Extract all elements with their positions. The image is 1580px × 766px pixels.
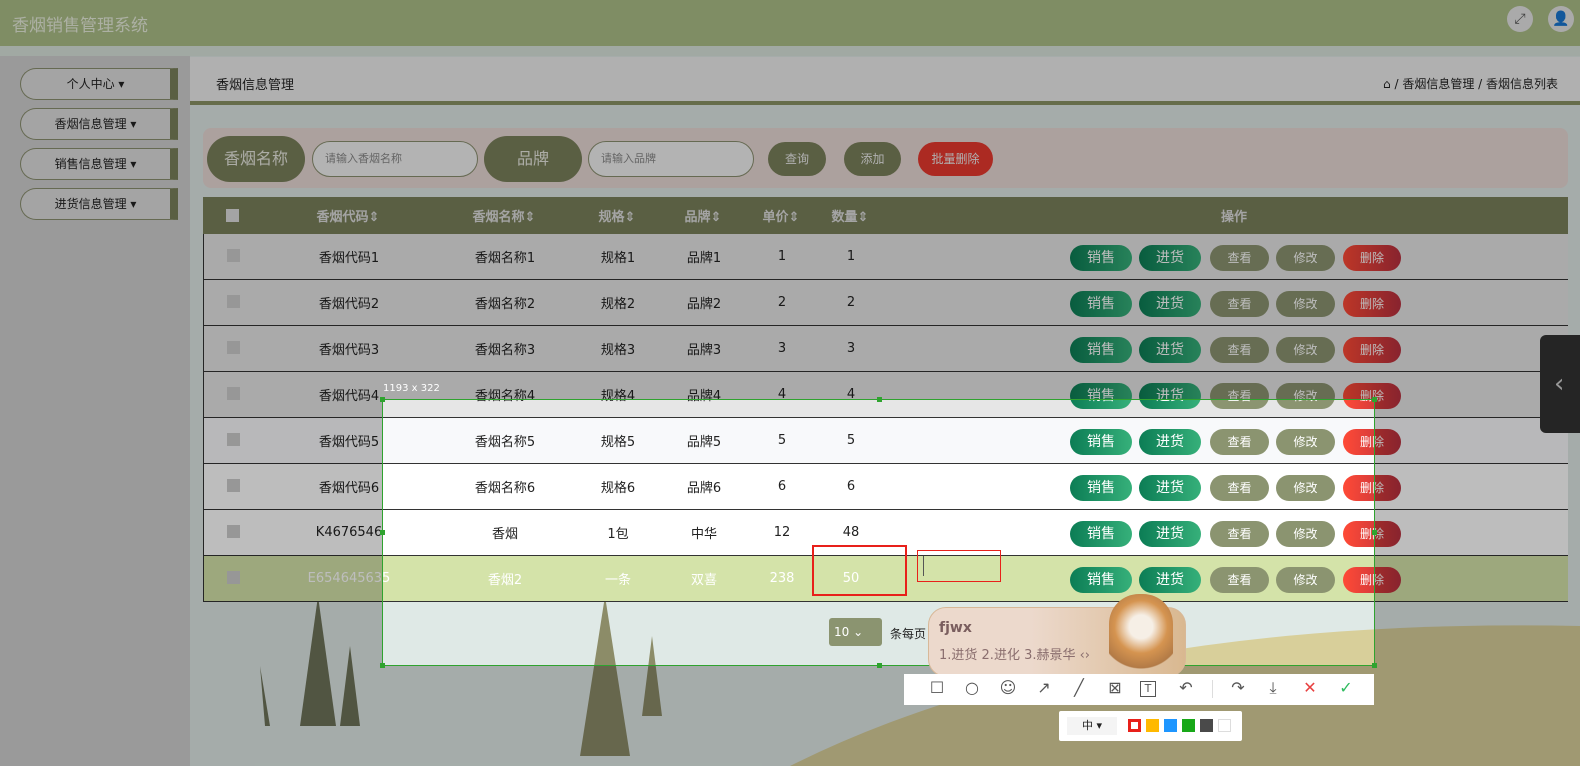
color-palette: 中 ▾ bbox=[1059, 711, 1242, 741]
rectangle-icon[interactable]: ☐ bbox=[926, 678, 948, 697]
capture-size-label: 1193 x 322 bbox=[383, 383, 440, 394]
line-icon[interactable]: ╱ bbox=[1068, 678, 1090, 697]
ime-input: fjwx bbox=[939, 620, 972, 636]
undo-icon[interactable]: ↶ bbox=[1175, 678, 1197, 697]
color-swatch[interactable] bbox=[1164, 719, 1177, 732]
mosaic-icon[interactable]: ⊠ bbox=[1104, 678, 1126, 697]
color-swatch[interactable] bbox=[1182, 719, 1195, 732]
arrow-icon[interactable]: ↗ bbox=[1033, 678, 1055, 697]
confirm-icon[interactable]: ✓ bbox=[1335, 678, 1357, 697]
cancel-icon[interactable]: ✕ bbox=[1299, 678, 1321, 697]
capture-dim bbox=[0, 399, 382, 666]
dog-image bbox=[1109, 594, 1173, 676]
capture-toolbar: ☐ ○ ☺ ↗ ╱ ⊠ T ↶ ↷ ⤓ ✕ ✓ bbox=[904, 674, 1374, 705]
color-swatch[interactable] bbox=[1218, 719, 1231, 732]
capture-selection[interactable] bbox=[380, 397, 1377, 668]
annotation-rectangle[interactable] bbox=[812, 545, 907, 596]
text-icon[interactable]: T bbox=[1140, 681, 1156, 697]
color-swatch[interactable] bbox=[1128, 719, 1141, 732]
emoji-icon[interactable]: ☺ bbox=[997, 678, 1019, 697]
download-icon[interactable]: ⤓ bbox=[1262, 678, 1284, 698]
color-swatch[interactable] bbox=[1200, 719, 1213, 732]
annotation-text-box[interactable] bbox=[917, 550, 1001, 582]
capture-dim bbox=[0, 0, 1580, 399]
ime-candidate-popup: fjwx 1.进货 2.进化 3.赫景华 ‹› bbox=[928, 594, 1186, 677]
font-size-select[interactable]: 中 ▾ bbox=[1067, 717, 1117, 735]
ime-candidates[interactable]: 1.进货 2.进化 3.赫景华 ‹› bbox=[939, 644, 1090, 663]
share-icon[interactable]: ↷ bbox=[1227, 678, 1249, 697]
ellipse-icon[interactable]: ○ bbox=[961, 678, 983, 697]
capture-dim bbox=[1375, 399, 1580, 666]
color-swatch[interactable] bbox=[1146, 719, 1159, 732]
